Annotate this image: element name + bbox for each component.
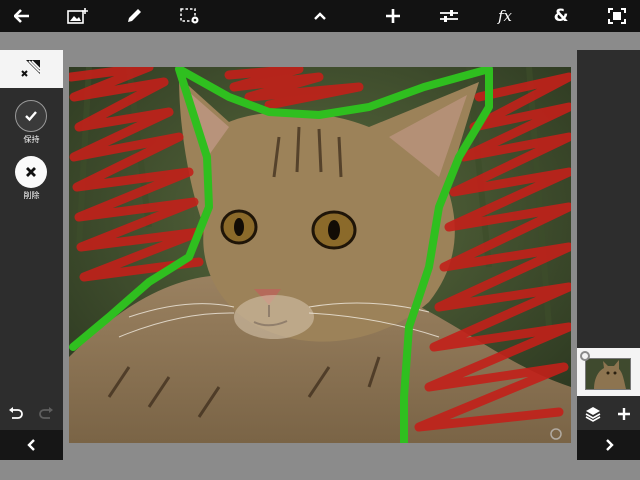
left-tool-panel: 保持 削除 — [0, 50, 63, 460]
delete-label: 削除 — [23, 191, 40, 200]
refine-selection-icon — [20, 60, 41, 77]
pencil-icon[interactable] — [116, 0, 152, 32]
chevron-left-icon — [26, 439, 35, 451]
cat-pupil-left — [234, 218, 244, 236]
ampersand-icon[interactable]: & — [543, 0, 579, 32]
add-layer-icon[interactable] — [617, 407, 631, 421]
back-arrow-icon[interactable] — [4, 0, 40, 32]
layer-thumbnail-image — [585, 358, 631, 390]
layers-icon[interactable] — [585, 406, 601, 422]
chevron-right-icon — [605, 439, 614, 451]
fx-label: fx — [497, 7, 512, 25]
expand-right-button[interactable] — [577, 430, 640, 460]
refine-selection-tool[interactable] — [0, 50, 63, 88]
check-icon — [25, 111, 37, 122]
selection-settings-icon[interactable] — [172, 0, 208, 32]
top-toolbar: fx & — [0, 0, 640, 32]
plus-icon[interactable] — [375, 0, 411, 32]
undo-redo-row — [0, 402, 63, 426]
chevron-up-icon[interactable] — [302, 0, 338, 32]
fullscreen-icon[interactable] — [599, 0, 635, 32]
layer-thumbnail[interactable] — [577, 348, 640, 396]
add-image-icon[interactable] — [60, 0, 96, 32]
photo-canvas[interactable] — [69, 67, 571, 443]
ampersand-label: & — [553, 6, 569, 26]
layer-tools-row — [577, 402, 640, 426]
layer-visibility-dot[interactable] — [580, 351, 590, 361]
undo-icon[interactable] — [8, 407, 24, 421]
cat-muzzle — [234, 295, 314, 339]
redo-icon[interactable] — [38, 407, 54, 421]
collapse-left-button[interactable] — [0, 430, 63, 460]
keep-button[interactable] — [15, 100, 47, 132]
fx-icon[interactable]: fx — [487, 0, 523, 32]
keep-label: 保持 — [23, 135, 40, 144]
sliders-icon[interactable] — [431, 0, 467, 32]
delete-button[interactable] — [15, 156, 47, 188]
cat-pupil-right — [328, 220, 340, 240]
x-icon — [26, 167, 36, 177]
right-layer-panel — [577, 50, 640, 460]
